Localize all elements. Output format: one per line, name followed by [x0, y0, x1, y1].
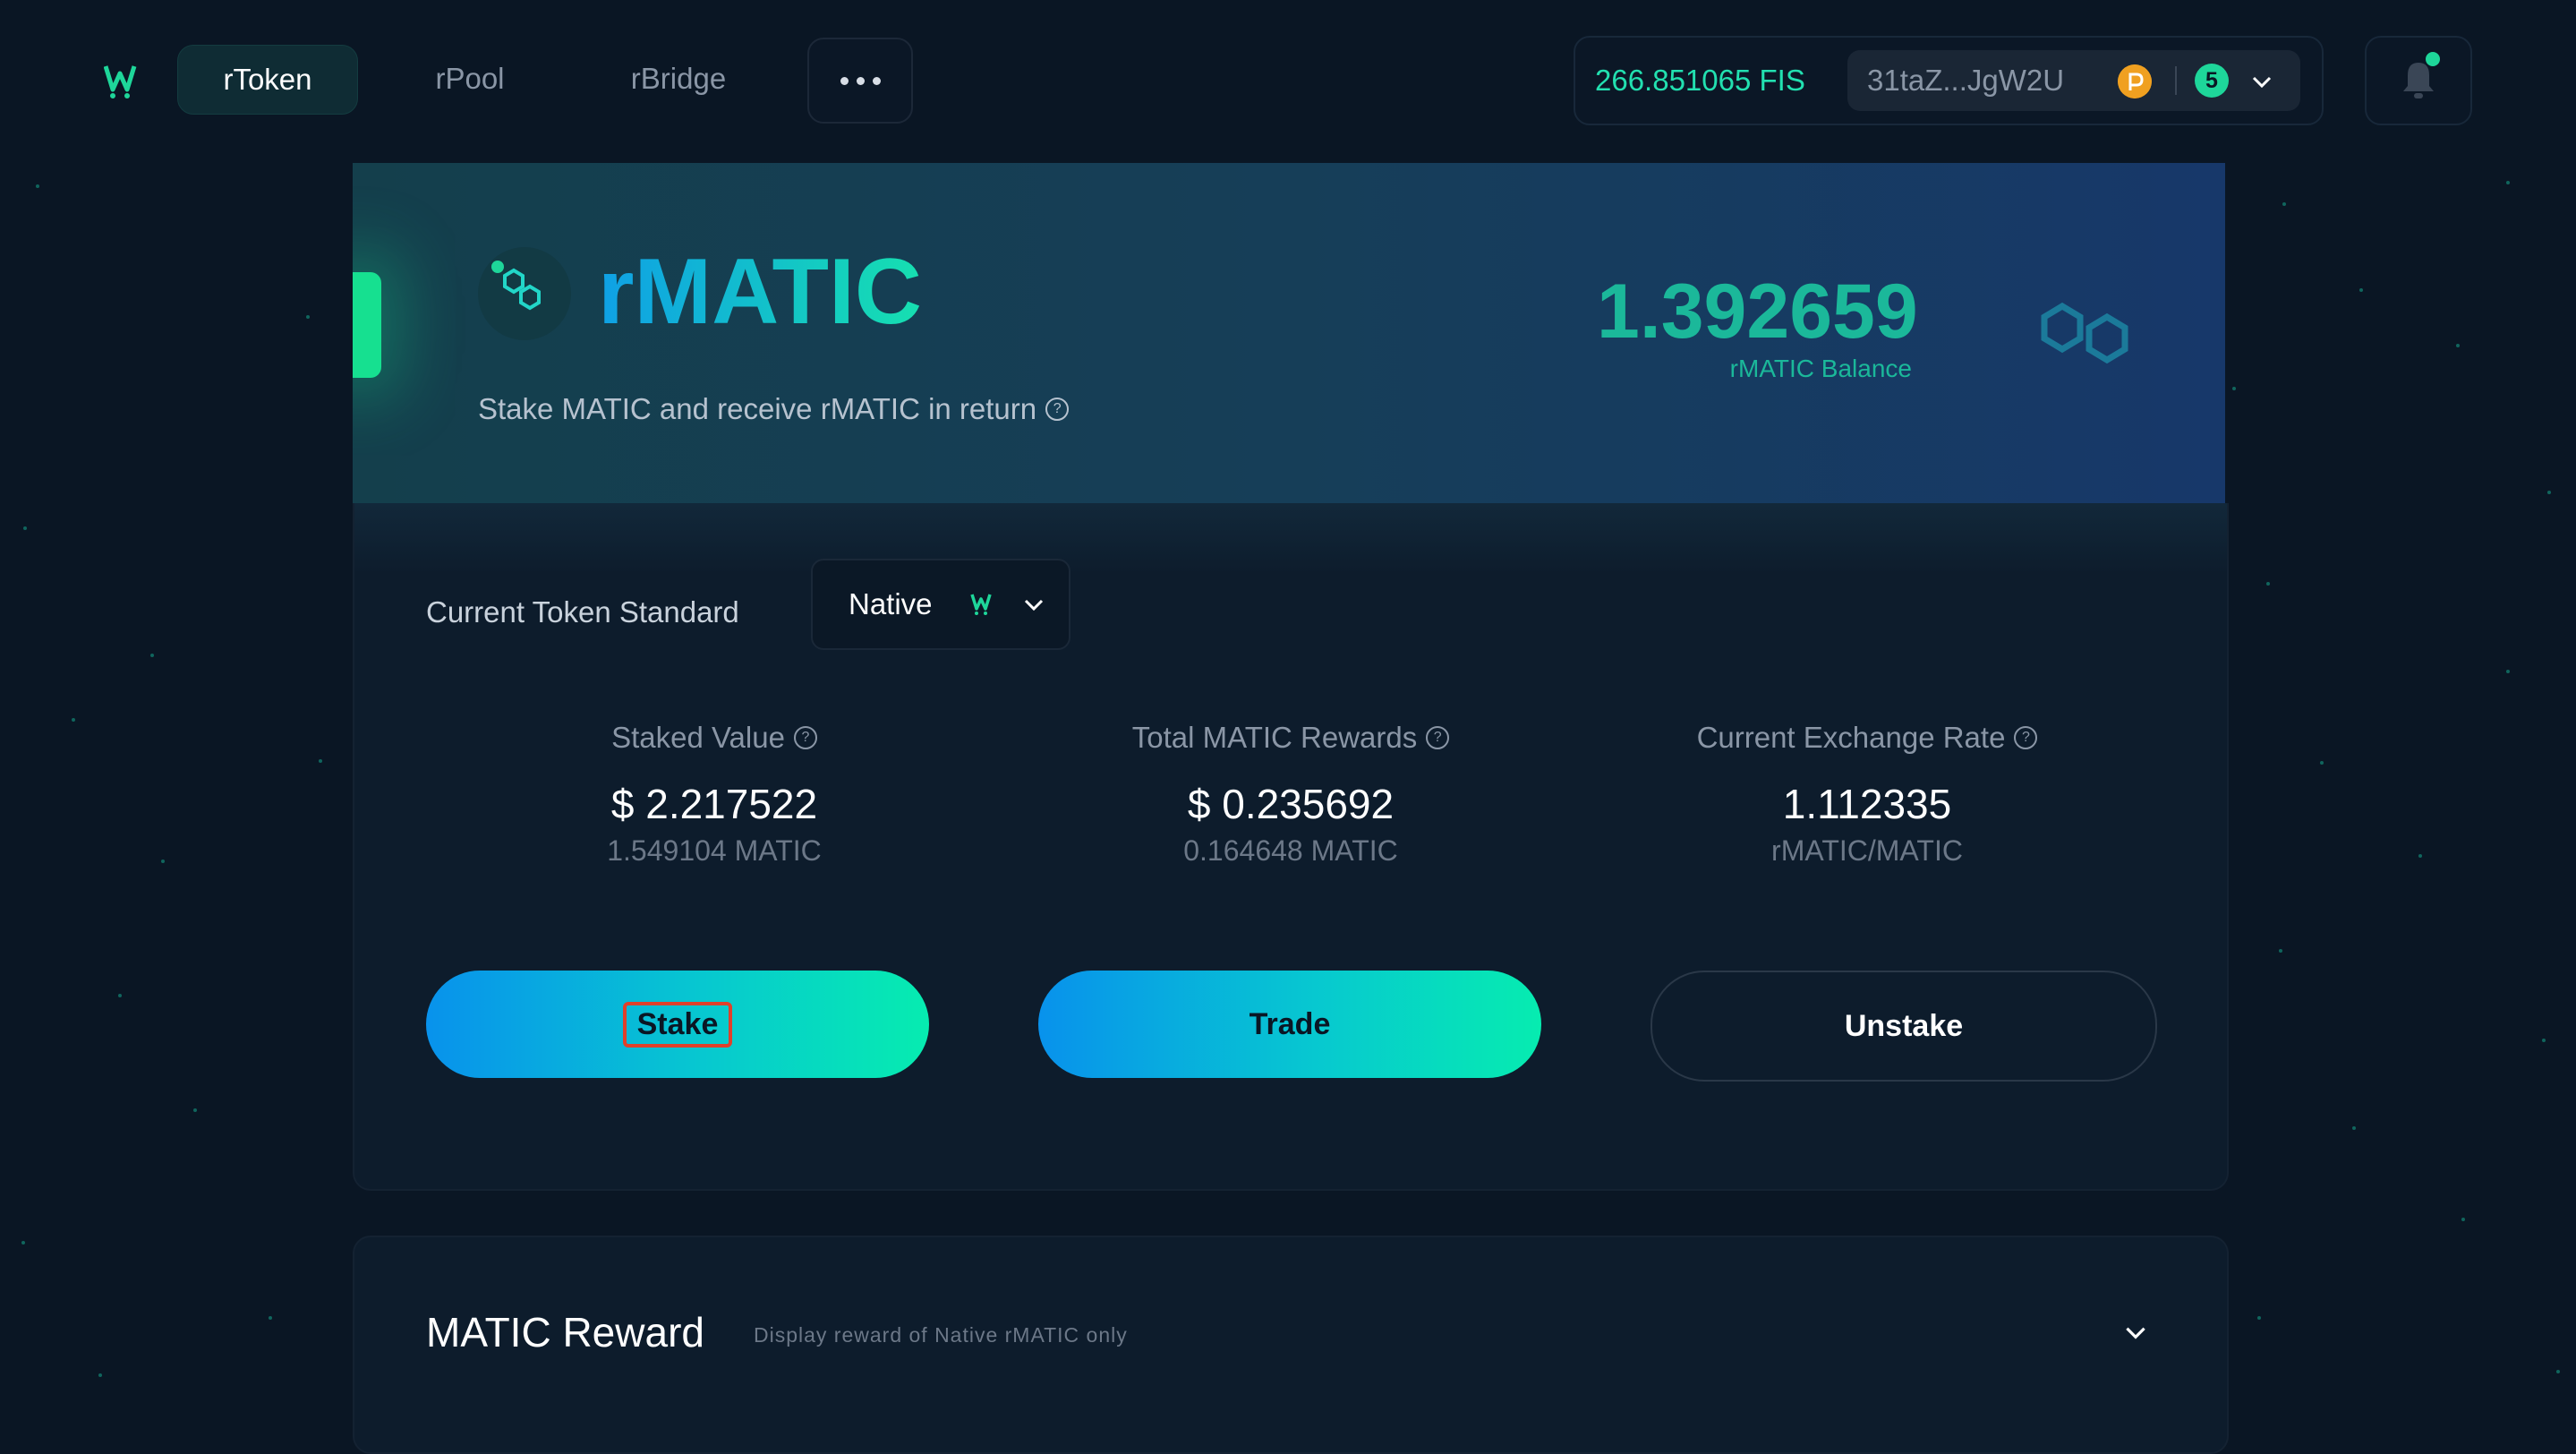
account-selector[interactable]: 31taZ...JgW2U 5 [1847, 50, 2300, 111]
stat-label: Staked Value [611, 721, 785, 754]
stat-subvalue: rMATIC/MATIC [1771, 834, 1963, 867]
ellipsis-icon [840, 76, 849, 85]
staking-overview-card: Current Token Standard Native Staked Val… [353, 503, 2229, 1191]
notification-button[interactable] [2365, 36, 2472, 125]
help-icon[interactable]: ? [1426, 726, 1450, 749]
nav-tab-rbridge[interactable]: rBridge [591, 45, 766, 113]
hero-glow [353, 272, 381, 378]
nav-tab-rpool[interactable]: rPool [394, 45, 546, 113]
help-icon[interactable]: ? [1045, 398, 1070, 421]
hero-description-text: Stake MATIC and receive rMATIC in return [478, 392, 1037, 425]
rmatic-token-icon [478, 247, 571, 340]
stafi-logo-icon[interactable] [104, 63, 145, 98]
stat-staked-value: Staked Value? $ 2.217522 1.549104 MATIC [428, 714, 1001, 868]
nav-tab-rtoken[interactable]: rToken [177, 45, 358, 115]
token-standard-dropdown[interactable]: Native [811, 559, 1070, 650]
token-title: rMATIC [598, 240, 923, 344]
reward-subtitle: Display reward of Native rMATIC only [754, 1323, 1128, 1347]
chevron-down-icon [1024, 599, 1044, 612]
trade-button[interactable]: Trade [1038, 971, 1541, 1078]
stat-subvalue: 0.164648 MATIC [1183, 834, 1398, 867]
more-menu-button[interactable] [807, 38, 913, 124]
stat-value: 1.112335 [1782, 781, 1952, 827]
stat-label: Total MATIC Rewards [1131, 721, 1418, 754]
wallet-panel: 266.851065 FIS 31taZ...JgW2U 5 [1574, 36, 2324, 125]
token-hero: rMATIC Stake MATIC and receive rMATIC in… [353, 163, 2225, 503]
trade-button-label: Trade [1249, 1006, 1331, 1041]
stat-total-rewards: Total MATIC Rewards? $ 0.235692 0.164648… [1004, 714, 1577, 868]
fis-balance: 266.851065 FIS [1595, 64, 1805, 97]
divider [2175, 66, 2177, 95]
stat-value: $ 0.235692 [1187, 781, 1395, 827]
account-address: 31taZ...JgW2U [1867, 64, 2065, 97]
stat-label: Current Exchange Rate [1696, 721, 2006, 754]
hero-description: Stake MATIC and receive rMATIC in return… [478, 392, 1070, 426]
rmatic-balance-label: rMATIC Balance [1729, 355, 1912, 382]
reward-title: MATIC Reward [426, 1309, 704, 1356]
chevron-down-icon [2252, 76, 2272, 89]
stake-button-label: Stake [622, 1001, 733, 1048]
matic-logo-icon [2041, 302, 2128, 364]
network-count-badge: 5 [2195, 64, 2229, 98]
stat-exchange-rate: Current Exchange Rate? 1.112335 rMATIC/M… [1581, 714, 2154, 868]
stat-subvalue: 1.549104 MATIC [607, 834, 822, 867]
help-icon[interactable]: ? [793, 726, 817, 749]
help-icon[interactable]: ? [2014, 726, 2038, 749]
notification-dot [2426, 52, 2440, 66]
stake-button[interactable]: Stake [426, 971, 929, 1078]
reward-section[interactable]: MATIC Reward Display reward of Native rM… [353, 1236, 2229, 1454]
token-standard-label: Current Token Standard [426, 595, 739, 629]
rmatic-balance: 1.392659 [1597, 269, 1918, 355]
unstake-button[interactable]: Unstake [1651, 971, 2157, 1082]
stat-value: $ 2.217522 [610, 781, 818, 827]
stafi-w-icon [970, 594, 992, 615]
chevron-down-icon[interactable] [2121, 1318, 2150, 1347]
token-standard-value: Native [849, 587, 933, 620]
polkadot-icon [2118, 64, 2152, 98]
unstake-button-label: Unstake [1844, 1008, 1964, 1043]
